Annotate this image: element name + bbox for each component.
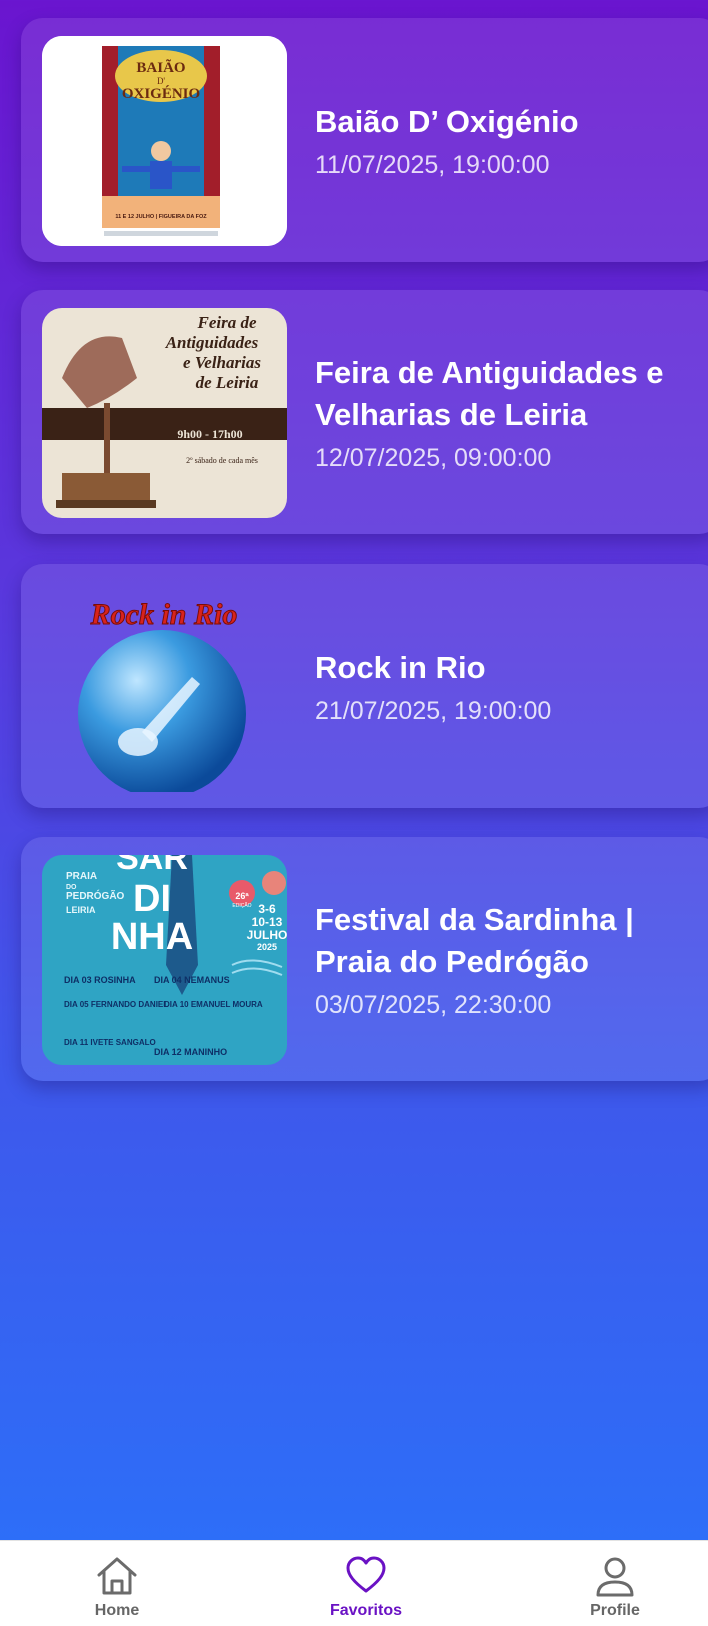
nav-item-profile[interactable]: Profile — [545, 1541, 685, 1626]
svg-text:2º sábado de cada mês: 2º sábado de cada mês — [186, 456, 258, 465]
event-date: 21/07/2025, 19:00:00 — [315, 696, 552, 725]
svg-text:10-13: 10-13 — [252, 915, 283, 929]
event-title: Baião D’ Oxigénio — [315, 103, 579, 139]
svg-text:NHA: NHA — [111, 916, 193, 958]
svg-text:PEDRÓGÃO: PEDRÓGÃO — [66, 889, 125, 902]
nav-item-favoritos[interactable]: Favoritos — [296, 1541, 436, 1626]
user-icon — [596, 1557, 634, 1597]
poster-feira-antiguidades-icon: Feira de Antiguidades e Velharias de Lei… — [42, 308, 287, 518]
event-title: Feira de Antiguidades e Velharias de Lei… — [315, 354, 664, 432]
event-date: 03/07/2025, 22:30:00 — [315, 990, 552, 1019]
svg-text:EDIÇÃO: EDIÇÃO — [232, 902, 251, 909]
bottom-nav: Home Favoritos Profile — [0, 1540, 708, 1626]
svg-text:DO: DO — [66, 884, 77, 891]
svg-text:DIA 03 ROSINHA: DIA 03 ROSINHA — [64, 975, 136, 985]
nav-label-favoritos: Favoritos — [329, 1602, 402, 1619]
poster-festival-sardinha-icon: PRAIA DO PEDRÓGÃO LEIRIA SAR DI NHA 26ª … — [42, 855, 287, 1065]
event-image: Feira de Antiguidades e Velharias de Lei… — [42, 308, 287, 518]
svg-text:D': D' — [157, 76, 165, 86]
event-card[interactable]: BAIÃO D' OXIGÉNIO 11 E 12 JULHO | FIGUEI… — [21, 18, 708, 262]
nav-label-home: Home — [94, 1602, 140, 1619]
event-date: 11/07/2025, 19:00:00 — [315, 150, 550, 179]
heart-icon — [346, 1556, 386, 1593]
svg-text:3-6: 3-6 — [258, 902, 276, 916]
svg-text:JULHO: JULHO — [247, 928, 287, 942]
svg-text:2025: 2025 — [257, 942, 277, 952]
svg-text:Feira de: Feira de — [196, 313, 256, 332]
svg-text:11 E 12 JULHO | FIGUEIRA DA FO: 11 E 12 JULHO | FIGUEIRA DA FOZ — [115, 214, 207, 220]
event-image: PRAIA DO PEDRÓGÃO LEIRIA SAR DI NHA 26ª … — [42, 855, 287, 1065]
svg-text:LEIRIA: LEIRIA — [66, 905, 96, 915]
svg-text:26ª: 26ª — [235, 891, 249, 901]
event-info: Festival da Sardinha | Praia do Pedrógão… — [315, 837, 701, 1081]
event-info: Baião D’ Oxigénio 11/07/2025, 19:00:00 — [315, 18, 701, 262]
home-icon — [97, 1557, 137, 1595]
event-card[interactable]: Feira de Antiguidades e Velharias de Lei… — [21, 290, 708, 534]
event-info: Feira de Antiguidades e Velharias de Lei… — [315, 290, 701, 534]
svg-text:BAIÃO: BAIÃO — [136, 58, 185, 76]
event-date: 12/07/2025, 09:00:00 — [315, 443, 552, 472]
svg-text:DIA 10 EMANUEL MOURA: DIA 10 EMANUEL MOURA — [164, 1000, 263, 1009]
rock-in-rio-logo-icon: Rock in Rio — [78, 598, 246, 792]
poster-baiao-oxigenio-icon: BAIÃO D' OXIGÉNIO 11 E 12 JULHO | FIGUEI… — [42, 36, 287, 246]
svg-text:de Leiria: de Leiria — [196, 373, 259, 392]
event-image: Rock in Rio — [42, 582, 287, 792]
svg-text:e Velharias: e Velharias — [183, 353, 261, 372]
svg-text:OXIGÉNIO: OXIGÉNIO — [122, 85, 200, 102]
svg-text:Antiguidades: Antiguidades — [165, 333, 259, 352]
svg-text:Rock in Rio: Rock in Rio — [90, 598, 238, 631]
nav-label-profile: Profile — [590, 1602, 640, 1619]
nav-item-home[interactable]: Home — [47, 1541, 187, 1626]
event-image: BAIÃO D' OXIGÉNIO 11 E 12 JULHO | FIGUEI… — [42, 36, 287, 246]
svg-text:DIA 04 NEMANUS: DIA 04 NEMANUS — [154, 975, 230, 985]
svg-text:9h00 - 17h00: 9h00 - 17h00 — [177, 427, 242, 441]
svg-text:DIA 11 IVETE SANGALO: DIA 11 IVETE SANGALO — [64, 1038, 156, 1047]
event-info: Rock in Rio 21/07/2025, 19:00:00 — [315, 564, 701, 808]
svg-text:SAR: SAR — [116, 855, 188, 877]
svg-text:DIA 05 FERNANDO DANIEL: DIA 05 FERNANDO DANIEL — [64, 1000, 168, 1009]
event-card[interactable]: PRAIA DO PEDRÓGÃO LEIRIA SAR DI NHA 26ª … — [21, 837, 708, 1081]
svg-text:DIA 12 MANINHO: DIA 12 MANINHO — [154, 1047, 227, 1057]
event-title: Rock in Rio — [315, 649, 486, 685]
svg-text:DI: DI — [133, 878, 171, 920]
svg-text:PRAIA: PRAIA — [66, 871, 97, 882]
event-card[interactable]: Rock in Rio Rock in Rio 21/07/2025, 19:0… — [21, 564, 708, 808]
event-title: Festival da Sardinha | Praia do Pedrógão — [315, 901, 634, 979]
